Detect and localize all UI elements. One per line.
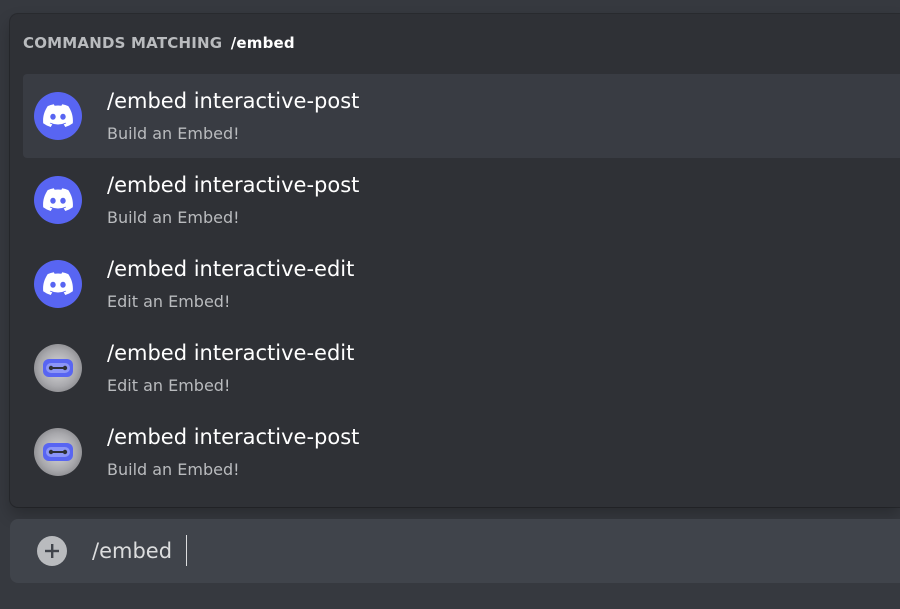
command-option[interactable]: /embed interactive-post Build an Embed! — [23, 74, 900, 158]
message-composer — [10, 519, 900, 583]
command-description: Edit an Embed! — [107, 376, 231, 395]
command-description: Build an Embed! — [107, 460, 240, 479]
text-caret — [186, 535, 187, 566]
header-prefix: COMMANDS MATCHING — [23, 34, 223, 52]
autocomplete-header: COMMANDS MATCHING /embed — [23, 34, 295, 52]
header-query: /embed — [230, 34, 295, 52]
command-list: /embed interactive-post Build an Embed! … — [23, 74, 900, 494]
command-name: /embed interactive-edit — [107, 257, 355, 281]
discord-chat-area: COMMANDS MATCHING /embed /embed interact… — [0, 0, 900, 609]
command-name: /embed interactive-post — [107, 425, 360, 449]
discord-logo-icon — [34, 176, 82, 224]
command-name: /embed interactive-post — [107, 89, 360, 113]
command-option[interactable]: /embed interactive-post Build an Embed! — [23, 410, 900, 494]
command-option[interactable]: /embed interactive-edit Edit an Embed! — [23, 326, 900, 410]
command-description: Build an Embed! — [107, 208, 240, 227]
command-name: /embed interactive-edit — [107, 341, 355, 365]
command-description: Edit an Embed! — [107, 292, 231, 311]
command-option[interactable]: /embed interactive-post Build an Embed! — [23, 158, 900, 242]
command-option[interactable]: /embed interactive-edit Edit an Embed! — [23, 242, 900, 326]
bot-avatar-icon — [34, 344, 82, 392]
plus-circle-icon[interactable] — [37, 536, 67, 566]
message-input[interactable] — [92, 533, 872, 569]
discord-logo-icon — [34, 260, 82, 308]
bot-avatar-icon — [34, 428, 82, 476]
command-description: Build an Embed! — [107, 124, 240, 143]
command-autocomplete-popup: COMMANDS MATCHING /embed /embed interact… — [10, 14, 900, 507]
command-name: /embed interactive-post — [107, 173, 360, 197]
discord-logo-icon — [34, 92, 82, 140]
